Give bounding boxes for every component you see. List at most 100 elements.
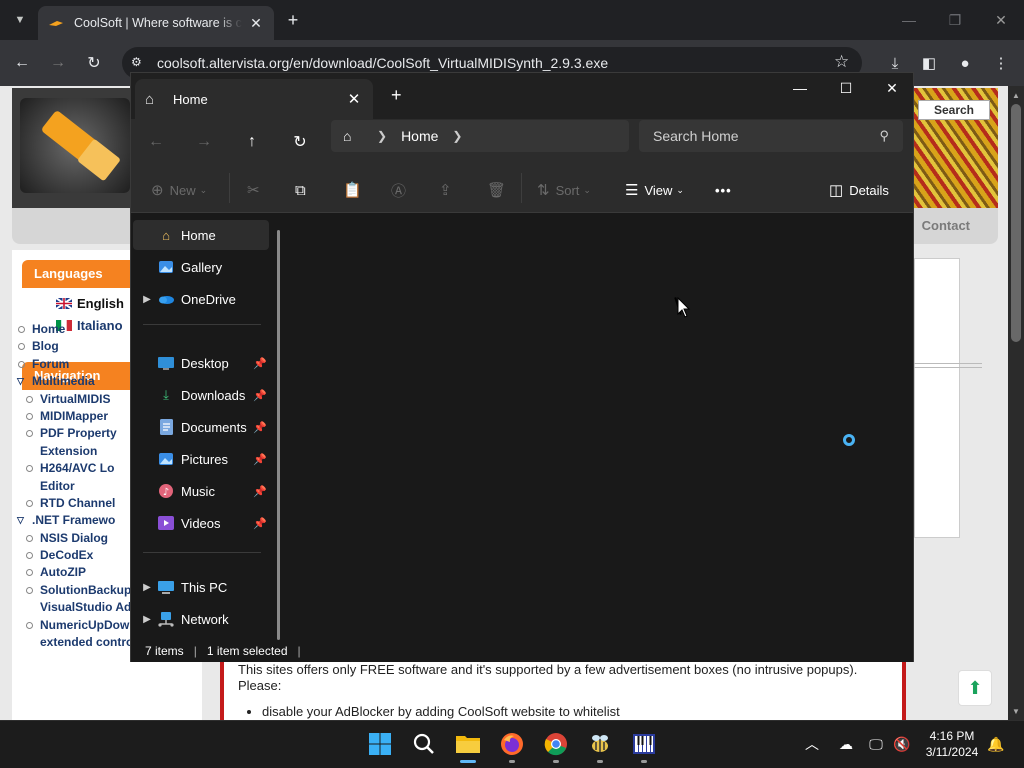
- reload-button[interactable]: ↻: [82, 51, 106, 75]
- nav-item-pictures[interactable]: Pictures 📌: [133, 444, 269, 474]
- breadcrumb-item-home[interactable]: Home: [401, 128, 438, 144]
- breadcrumb-chevron-icon[interactable]: ❯: [377, 129, 387, 143]
- scroll-to-top-button[interactable]: ⬆: [958, 670, 992, 706]
- explorer-breadcrumb[interactable]: ⌂ ❯ Home ❯: [331, 120, 629, 152]
- new-button[interactable]: ⊕ New ⌄: [151, 177, 207, 203]
- explorer-tab-home[interactable]: ⌂ Home ✕: [135, 79, 373, 119]
- language-english[interactable]: English: [56, 296, 124, 311]
- running-app-indicator: [641, 760, 647, 763]
- nav-item-desktop[interactable]: Desktop 📌: [133, 348, 269, 378]
- download-icon[interactable]: ⤓: [884, 52, 906, 74]
- scroll-thumb[interactable]: [1011, 104, 1021, 342]
- pin-icon[interactable]: 📌: [253, 421, 267, 434]
- onedrive-tray-icon[interactable]: ☁: [836, 734, 856, 754]
- view-button[interactable]: ☰ View ⌄: [625, 177, 684, 203]
- pin-icon[interactable]: 📌: [253, 357, 267, 370]
- profile-avatar-icon[interactable]: ●: [954, 52, 976, 74]
- explorer-maximize-button[interactable]: ☐: [823, 73, 869, 103]
- site-nav-contact[interactable]: Contact: [922, 218, 970, 233]
- nav-item-downloads[interactable]: ⤓ Downloads 📌: [133, 380, 269, 410]
- scroll-up-arrow-icon[interactable]: ▲: [1008, 88, 1024, 102]
- chevron-right-icon[interactable]: ▶: [137, 582, 157, 593]
- pin-icon[interactable]: 📌: [253, 517, 267, 530]
- taskbar-file-explorer[interactable]: [454, 730, 482, 758]
- nav-item-videos[interactable]: Videos 📌: [133, 508, 269, 538]
- nav-pane-scrollbar[interactable]: [277, 230, 280, 640]
- chevron-down-icon: ⌄: [199, 184, 208, 195]
- explorer-refresh-button[interactable]: ↻: [283, 125, 317, 159]
- notification-bell-icon[interactable]: 🔔: [986, 734, 1006, 754]
- close-tab-icon[interactable]: ✕: [248, 15, 264, 31]
- explorer-close-button[interactable]: ✕: [869, 73, 915, 103]
- bee-icon: [592, 735, 608, 752]
- chrome-tabstrip: ▼ CoolSoft | Where software is coming ✕ …: [0, 0, 1024, 40]
- browser-minimize-button[interactable]: —: [886, 0, 932, 40]
- nav-item-documents[interactable]: Documents 📌: [133, 412, 269, 442]
- show-hidden-icons-chevron-icon[interactable]: ︿: [802, 734, 822, 754]
- delete-button[interactable]: 🗑: [487, 177, 512, 203]
- sort-button[interactable]: ⇅ Sort ⌄: [537, 177, 591, 203]
- new-tab-button[interactable]: +: [282, 9, 304, 31]
- documents-icon: [157, 419, 175, 435]
- copy-button[interactable]: ⧉: [295, 177, 312, 203]
- taskbar-midi-app[interactable]: [630, 730, 658, 758]
- bullet-icon: [26, 412, 33, 420]
- url-text[interactable]: coolsoft.altervista.org/en/download/Cool…: [157, 55, 608, 71]
- site-right-panel: [914, 258, 960, 538]
- breadcrumb-chevron-icon[interactable]: ❯: [452, 129, 462, 143]
- explorer-minimize-button[interactable]: —: [777, 73, 823, 103]
- notice-text: This sites offers only FREE software and…: [238, 662, 858, 693]
- taskbar-firefox[interactable]: [498, 730, 526, 758]
- explorer-new-tab-button[interactable]: +: [391, 85, 402, 106]
- nav-item-music[interactable]: ♪ Music 📌: [133, 476, 269, 506]
- explorer-up-button[interactable]: ↑: [235, 125, 269, 159]
- nav-item-network[interactable]: ▶ Network: [133, 604, 269, 634]
- nav-item-onedrive[interactable]: ▶ OneDrive: [133, 284, 269, 314]
- site-search-button[interactable]: Search: [918, 100, 990, 120]
- network-tray-icon[interactable]: 🖵: [866, 734, 886, 754]
- details-pane-button[interactable]: ◫ Details: [829, 177, 889, 203]
- chevron-right-icon[interactable]: ▶: [137, 294, 157, 305]
- taskbar-chrome[interactable]: [542, 730, 570, 758]
- site-divider: [914, 363, 982, 368]
- expand-triangle-icon: ▽: [17, 515, 24, 526]
- tab-search-button[interactable]: ▼: [8, 8, 32, 32]
- pin-icon[interactable]: 📌: [253, 485, 267, 498]
- nav-item-home[interactable]: ⌂ Home: [133, 220, 269, 250]
- pin-icon[interactable]: 📌: [253, 453, 267, 466]
- taskbar-search-button[interactable]: [410, 730, 438, 758]
- paste-button[interactable]: 📋: [343, 177, 368, 203]
- forward-button[interactable]: →: [46, 51, 70, 75]
- share-button[interactable]: ⇪: [439, 177, 458, 203]
- explorer-search-input[interactable]: Search Home ⚲: [639, 120, 903, 152]
- scroll-down-arrow-icon[interactable]: ▼: [1008, 704, 1024, 718]
- rename-button[interactable]: Ⓐ: [391, 177, 412, 203]
- explorer-back-button[interactable]: ←: [139, 125, 173, 159]
- explorer-forward-button[interactable]: →: [187, 125, 221, 159]
- bullet-icon: [26, 569, 33, 577]
- chevron-right-icon[interactable]: ▶: [137, 614, 157, 625]
- taskbar-clock[interactable]: 4:16 PM 3/11/2024: [918, 728, 986, 760]
- clock-time: 4:16 PM: [929, 729, 975, 743]
- nav-item-this-pc[interactable]: ▶ This PC: [133, 572, 269, 602]
- chrome-menu-icon[interactable]: ⋮: [990, 52, 1012, 74]
- side-panel-icon[interactable]: ◧: [918, 52, 940, 74]
- close-tab-icon[interactable]: ✕: [345, 90, 363, 108]
- cut-button[interactable]: ✂: [247, 177, 266, 203]
- breadcrumb-home-icon[interactable]: ⌂: [343, 128, 363, 144]
- pin-icon[interactable]: 📌: [253, 389, 267, 402]
- browser-close-button[interactable]: ✕: [978, 0, 1024, 40]
- volume-muted-icon[interactable]: 🔇: [892, 734, 912, 754]
- browser-tab[interactable]: CoolSoft | Where software is coming ✕: [38, 6, 274, 40]
- see-more-button[interactable]: •••: [715, 177, 732, 203]
- status-item-count: 7 items: [145, 644, 184, 658]
- start-button[interactable]: [366, 730, 394, 758]
- nav-item-gallery[interactable]: Gallery: [133, 252, 269, 282]
- site-info-icon[interactable]: ⚙: [131, 55, 147, 71]
- back-button[interactable]: ←: [10, 51, 34, 75]
- bookmark-star-icon[interactable]: ☆: [834, 52, 849, 72]
- browser-restore-button[interactable]: ❐: [932, 0, 978, 40]
- explorer-content-area[interactable]: [289, 214, 913, 640]
- clock-date: 3/11/2024: [925, 745, 979, 759]
- taskbar-app-bee[interactable]: [586, 730, 614, 758]
